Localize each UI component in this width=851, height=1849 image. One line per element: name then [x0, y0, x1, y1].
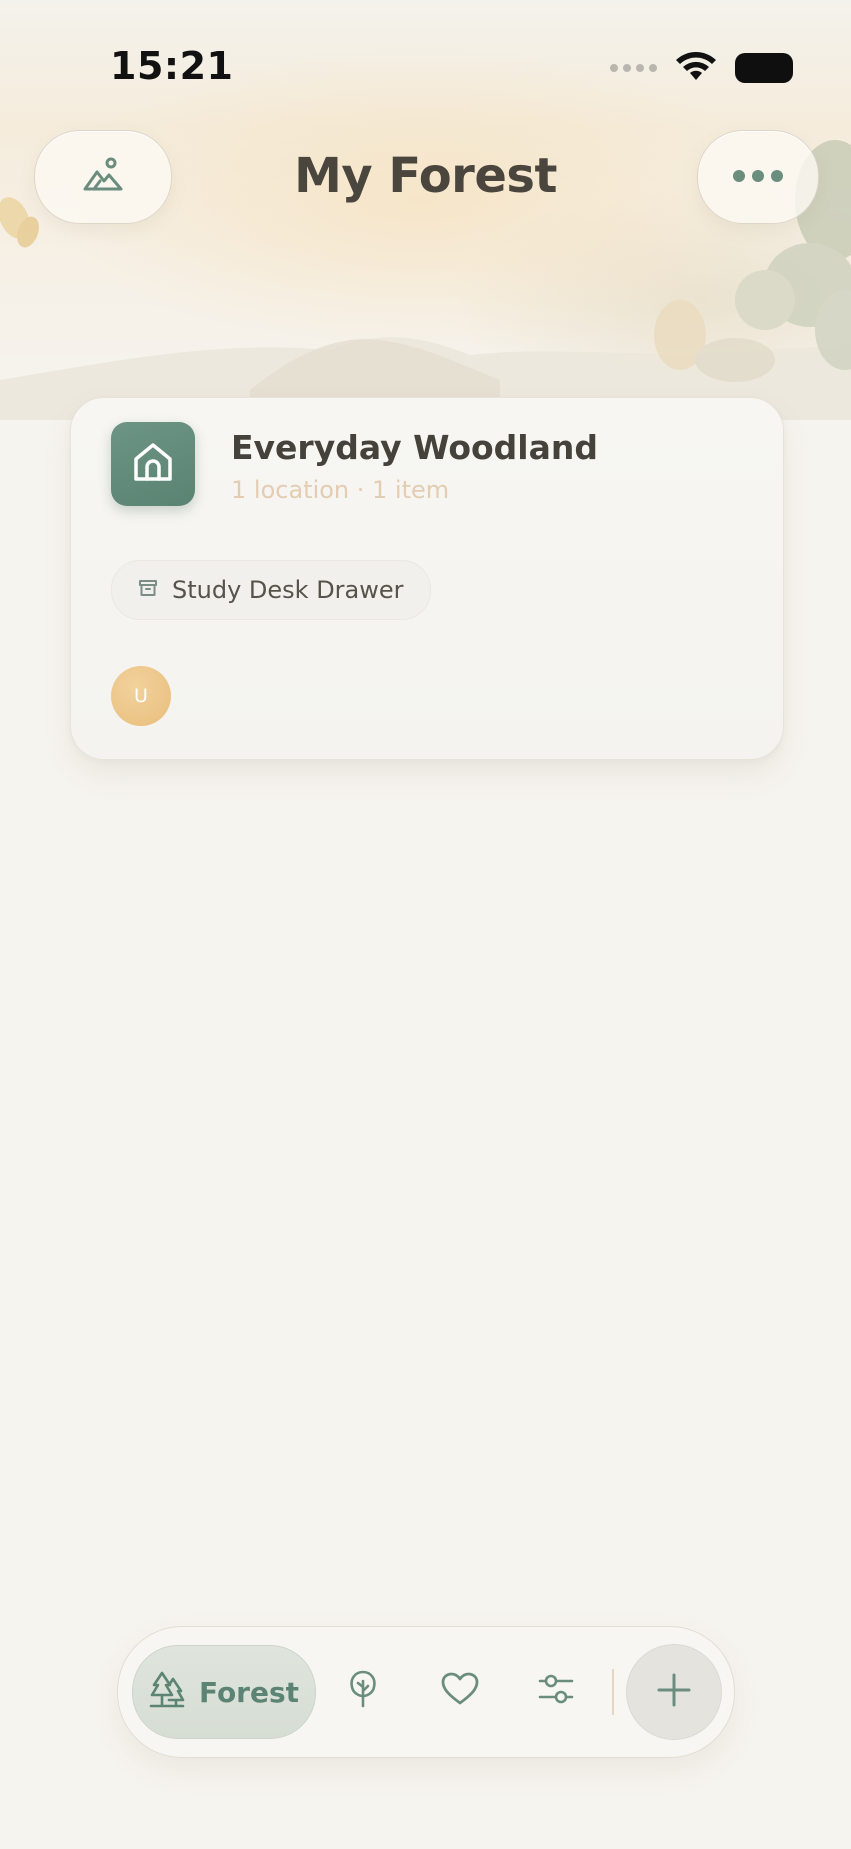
- forest-card[interactable]: Everyday Woodland 1 location · 1 item St…: [70, 397, 784, 760]
- more-button[interactable]: [697, 130, 819, 224]
- heart-icon: [441, 1672, 479, 1710]
- tab-bar: Forest: [117, 1626, 735, 1758]
- ellipsis-icon: [732, 168, 784, 187]
- avatar[interactable]: U: [111, 666, 171, 726]
- card-subtitle: 1 location · 1 item: [231, 476, 450, 504]
- pine-trees-icon: [149, 1670, 185, 1714]
- tab-favorites[interactable]: [436, 1667, 484, 1715]
- card-title: Everyday Woodland: [231, 428, 598, 467]
- tab-forest[interactable]: Forest: [132, 1645, 316, 1739]
- add-button[interactable]: [626, 1644, 722, 1740]
- plus-icon: [657, 1673, 691, 1711]
- tab-settings[interactable]: [532, 1667, 580, 1715]
- tab-divider: [612, 1669, 614, 1715]
- home-icon: [130, 439, 176, 489]
- card-icon-tile: [111, 422, 195, 506]
- battery-icon: [735, 53, 793, 83]
- tab-forest-label: Forest: [198, 1675, 300, 1709]
- sliders-icon: [538, 1673, 574, 1709]
- archive-box-icon: [138, 578, 158, 602]
- location-chip-label: Study Desk Drawer: [172, 576, 404, 604]
- cellular-signal-icon: [610, 64, 657, 72]
- tab-tree[interactable]: [339, 1667, 387, 1715]
- location-chip[interactable]: Study Desk Drawer: [111, 560, 431, 620]
- status-time: 15:21: [110, 44, 234, 88]
- wifi-icon: [675, 50, 717, 86]
- tree-icon: [347, 1669, 379, 1713]
- status-indicators: [610, 50, 793, 86]
